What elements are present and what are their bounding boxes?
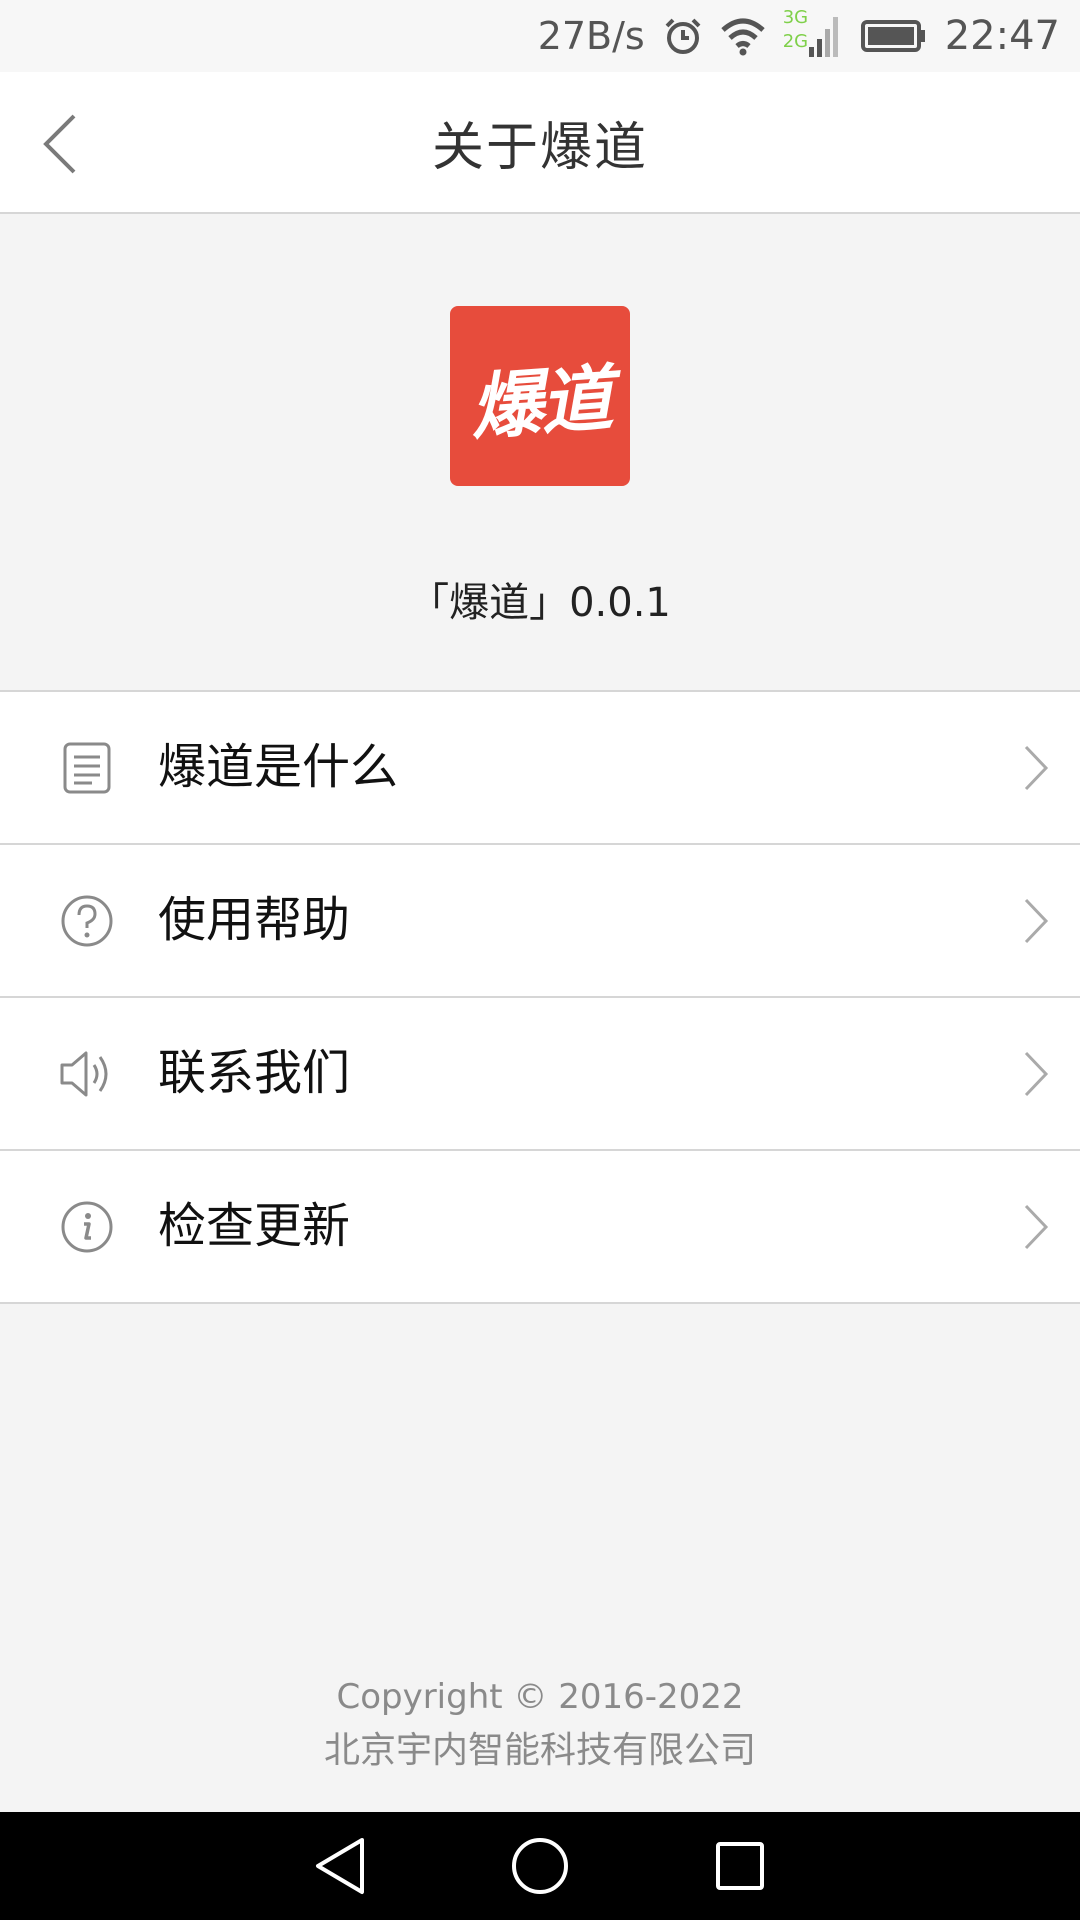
- help-icon: [58, 892, 116, 950]
- chevron-right-icon: [1016, 740, 1056, 796]
- network-label-3g: 3G: [782, 7, 809, 28]
- app-logo-text: 爆道: [467, 354, 614, 450]
- app-version: 「爆道」0.0.1: [409, 580, 671, 626]
- menu-list: 爆道是什么 使用帮助 联系我们 检查更新: [0, 690, 1080, 1304]
- nav-recents-button[interactable]: [700, 1826, 780, 1906]
- document-icon: [58, 739, 116, 797]
- chevron-right-icon: [1016, 893, 1056, 949]
- chevron-right-icon: [1016, 1046, 1056, 1102]
- network-label-2g: 2G: [782, 31, 809, 52]
- wifi-icon: [721, 16, 765, 56]
- app-info-section: 爆道 「爆道」0.0.1: [0, 214, 1080, 690]
- speaker-icon: [58, 1045, 116, 1103]
- menu-item-label: 使用帮助: [158, 892, 351, 948]
- home-circle-icon: [512, 1838, 568, 1894]
- header: 关于爆道: [0, 72, 1080, 214]
- back-triangle-icon: [316, 1838, 364, 1894]
- recents-square-icon: [716, 1842, 764, 1890]
- info-icon: [58, 1198, 116, 1256]
- copyright-text: Copyright © 2016-2022: [336, 1677, 744, 1717]
- battery-icon: [860, 18, 927, 54]
- alarm-icon: [663, 16, 703, 56]
- nav-back-button[interactable]: [300, 1826, 380, 1906]
- company-name: 北京宇内智能科技有限公司: [323, 1730, 756, 1771]
- menu-item-label: 联系我们: [158, 1045, 351, 1101]
- status-time: 22:47: [944, 13, 1060, 59]
- signal-icon: 3G 2G: [782, 7, 843, 61]
- menu-item-check-update[interactable]: 检查更新: [0, 1151, 1080, 1304]
- nav-home-button[interactable]: [500, 1826, 580, 1906]
- status-bar: 27B/s 3G 2G 22:47: [0, 0, 1080, 72]
- menu-item-what-is[interactable]: 爆道是什么: [0, 692, 1080, 845]
- menu-item-label: 爆道是什么: [158, 739, 399, 795]
- menu-item-help[interactable]: 使用帮助: [0, 845, 1080, 998]
- page-title: 关于爆道: [431, 117, 648, 178]
- about-page: 27B/s 3G 2G 22:47 关于爆道 爆道 「爆道」0.0.1 爆道是什…: [0, 0, 1080, 1920]
- system-nav-bar: [0, 1812, 1080, 1920]
- chevron-right-icon: [1016, 1199, 1056, 1255]
- menu-item-contact[interactable]: 联系我们: [0, 998, 1080, 1151]
- menu-item-label: 检查更新: [158, 1198, 351, 1254]
- footer: Copyright © 2016-2022 北京宇内智能科技有限公司: [0, 1670, 1080, 1778]
- app-logo: 爆道: [450, 306, 630, 486]
- network-speed: 27B/s: [537, 14, 645, 58]
